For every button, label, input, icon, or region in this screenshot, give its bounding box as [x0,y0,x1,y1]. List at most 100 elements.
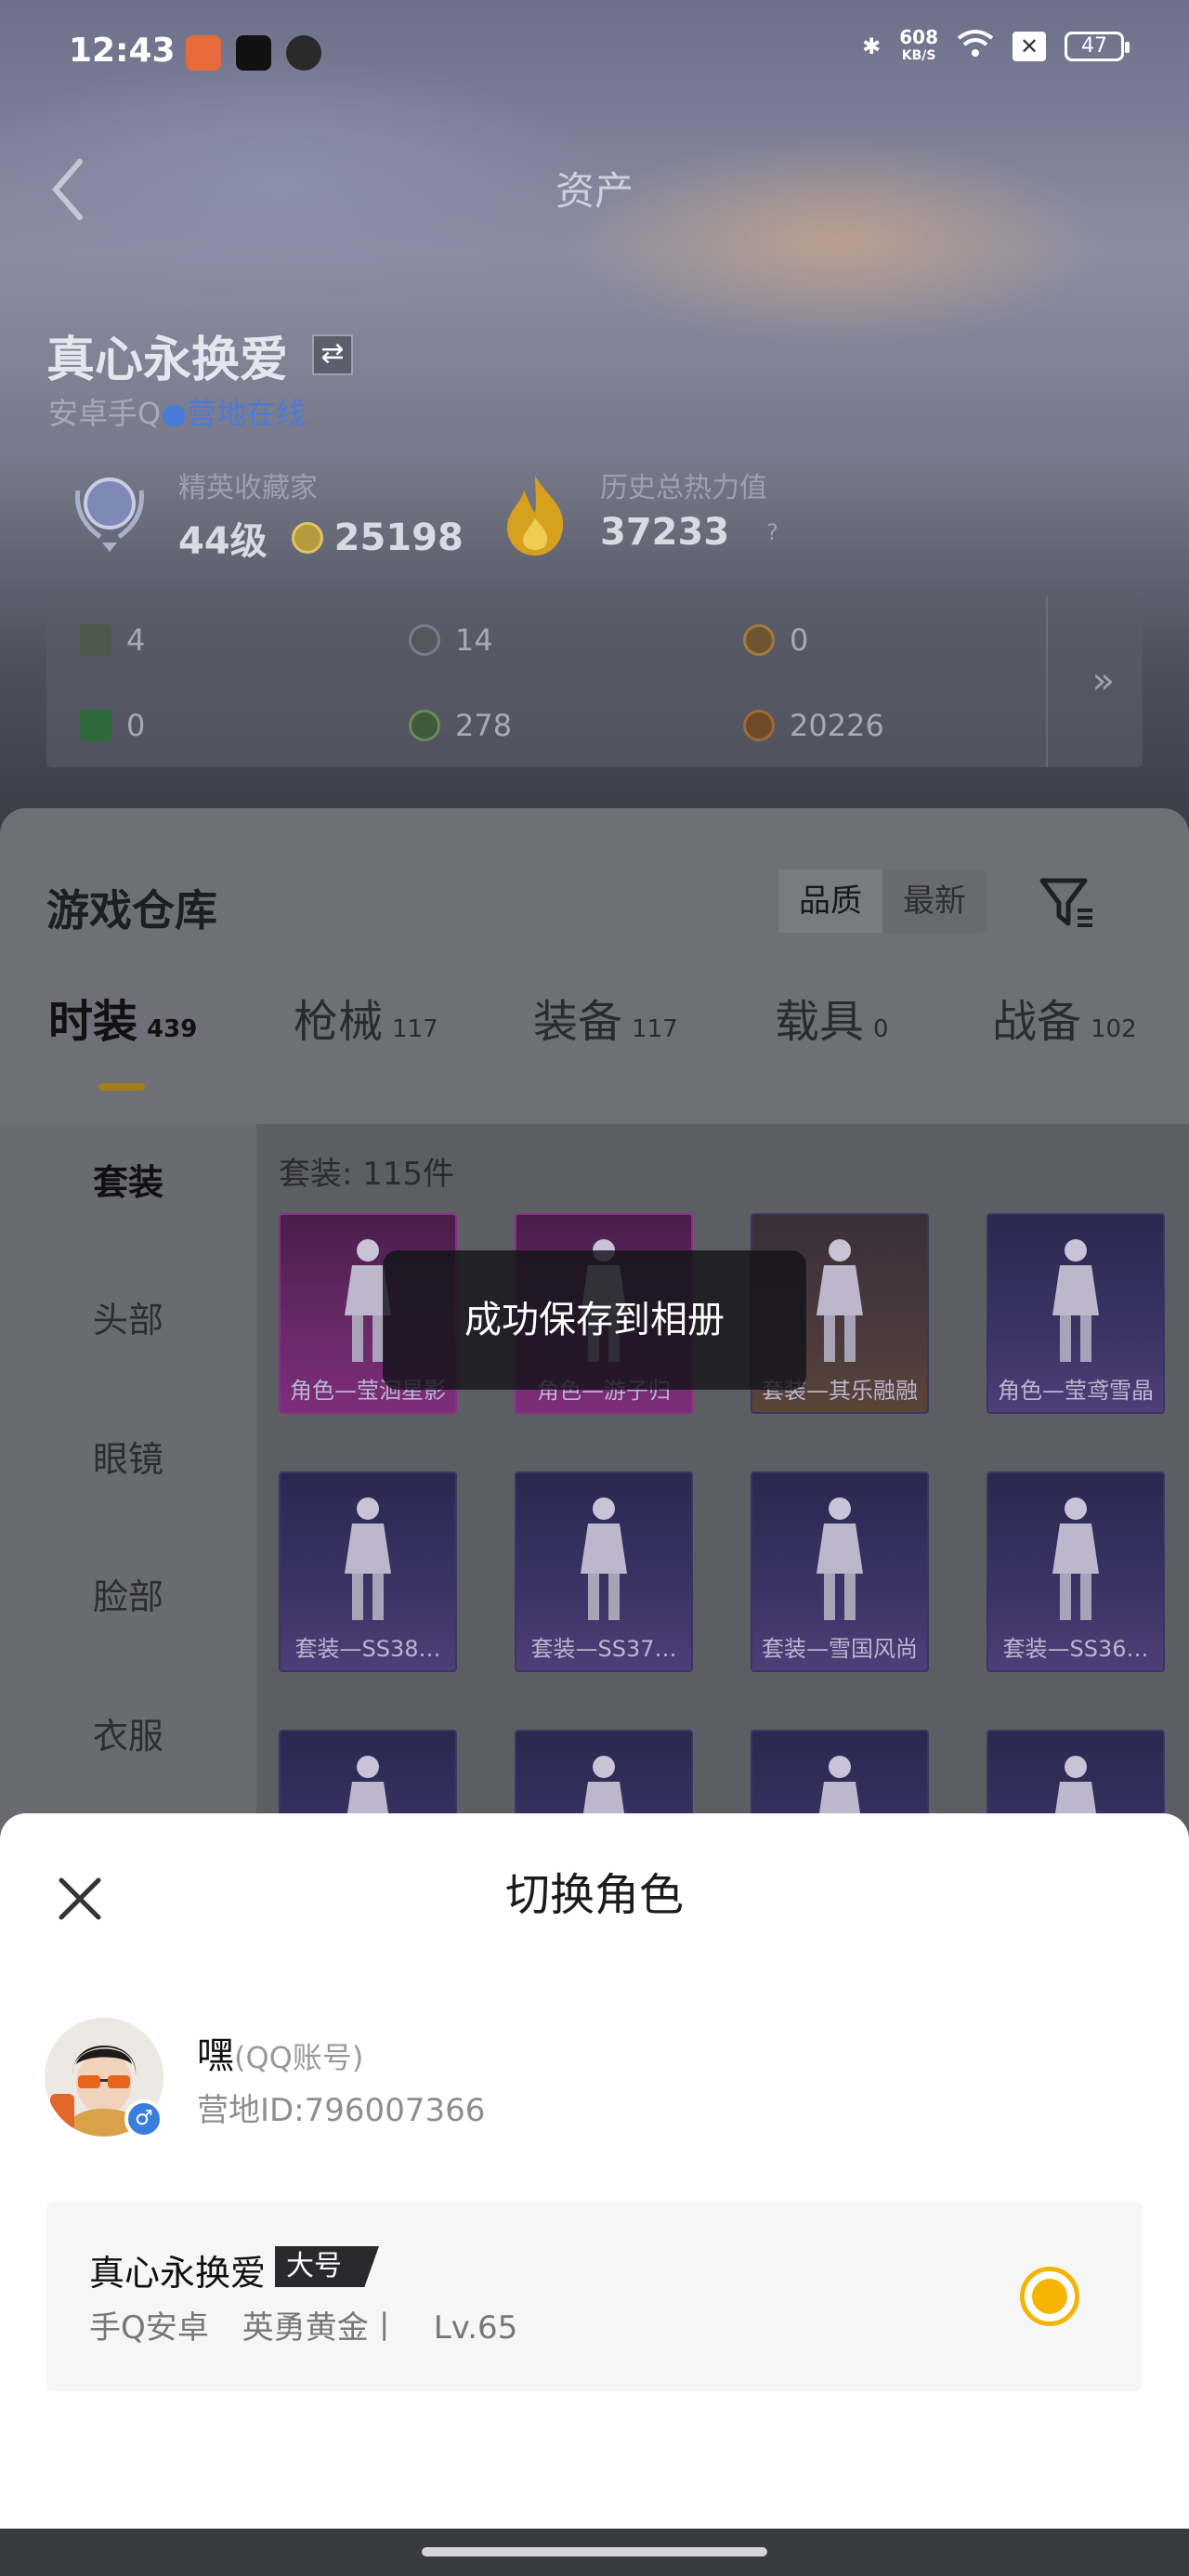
switch-role-icon[interactable]: ⇄ [312,334,353,375]
tab-label: 载具 [775,996,865,1048]
bronze-coin-icon [743,710,775,741]
account-type: (QQ账号) [234,2040,364,2075]
account-name: 嘿(QQ账号) [197,2025,363,2079]
toast-message: 成功保存到相册 [383,1250,806,1390]
more-chevron-icon[interactable]: » [1092,660,1115,702]
side-item-face[interactable]: 脸部 [0,1568,256,1619]
flame-icon [498,472,572,557]
item-card-label: 套装—雪国风尚 [762,1636,918,1662]
platform-label: 安卓手Q [48,396,162,431]
tiktok-notification-icon [236,35,271,71]
item-card-label: 套装—SS37… [530,1636,677,1662]
tab-label: 时装 [48,996,138,1048]
tab-label: 战备 [992,996,1082,1048]
tab-count: 117 [632,1015,678,1043]
green-coin-icon [409,710,440,741]
item-card[interactable]: 套装—SS37… [515,1471,693,1672]
tab-vehicles[interactable]: 载具 0 [775,985,889,1050]
page-title: 资产 [555,168,634,214]
tab-label: 装备 [533,996,623,1048]
currency-value: 0 [790,622,809,658]
tab-count: 117 [392,1015,438,1043]
tab-count: 439 [147,1015,198,1043]
role-option[interactable]: 真心永换爱 大号 手Q安卓 英勇黄金丨 Lv.65 [46,2202,1143,2391]
role-platform: 手Q安卓 [89,2309,209,2347]
item-card-label: 角色—莹鸢雪晶 [998,1378,1154,1404]
currency-value: 14 [455,622,493,658]
selected-radio[interactable] [1020,2267,1079,2326]
sort-latest[interactable]: 最新 [882,870,986,933]
filter-icon[interactable] [1037,873,1096,933]
net-speed-unit: KB/S [901,48,936,63]
account-name-text: 嘿 [197,2034,234,2077]
outfit-figure-icon [1052,1239,1099,1362]
account-line: 安卓手Q●营地在线 [48,390,306,433]
currency-panel[interactable]: 4 14 0 0 278 20226 » [46,596,1143,767]
active-tab-indicator [98,1083,145,1091]
side-item-clothes[interactable]: 衣服 [0,1707,256,1759]
app-notification-icon [186,35,221,71]
bluetooth-icon: ✱ [862,33,882,59]
outfit-figure-icon [581,1497,627,1620]
tab-count: 0 [873,1015,889,1043]
collector-title: 精英收藏家 [178,472,318,504]
status-right: ✱ 608 KB/S ✕ 47 [862,28,1130,65]
status-time: 12:43 [69,32,176,70]
tab-label: 枪械 [294,996,384,1048]
item-card[interactable]: 套装—SS36… [986,1471,1165,1672]
sort-toggle: 品质 最新 [778,870,986,933]
currency-value: 0 [126,708,146,743]
currency-item: 20226 [743,708,884,743]
app-notification-icon-2 [286,35,321,71]
outfit-figure-icon [1052,1497,1099,1620]
warehouse-title: 游戏仓库 [46,885,217,935]
sheet-title: 切换角色 [504,1869,684,1921]
item-card[interactable]: 套装—SS38… [279,1471,457,1672]
account-id: 营地ID:796007366 [197,2092,486,2129]
outfit-figure-icon [345,1497,391,1620]
side-item-glasses[interactable]: 眼镜 [0,1431,256,1482]
side-nav: 套装 头部 眼镜 脸部 衣服 [0,1124,256,1923]
side-item-suits[interactable]: 套装 [0,1154,256,1205]
heat-label: 历史总热力值 [600,472,767,504]
divider [1046,596,1048,767]
role-meta: 手Q安卓 英勇黄金丨 Lv.65 [89,2302,551,2347]
points-icon [291,522,323,554]
heat-stat: 历史总热力值 37233 ? [600,464,778,554]
help-icon[interactable]: ? [766,519,778,545]
currency-item: 0 [80,708,145,743]
item-card[interactable]: 套装—雪国风尚 [751,1471,929,1672]
tab-guns[interactable]: 枪械 117 [294,985,438,1050]
currency-value: 278 [455,708,513,743]
battery-icon: 47 [1065,32,1130,61]
role-rank: 英勇黄金丨 [242,2309,400,2347]
coin-icon [409,624,440,656]
item-card[interactable]: 角色—莹鸢雪晶 [986,1213,1165,1414]
switch-role-sheet: 切换角色 ♂ 嘿(QQ账号) 营地ID:796007366 真心永换爱 大号 手… [0,1813,1189,2529]
collector-points: 25198 [333,517,464,559]
sort-quality[interactable]: 品质 [778,870,882,933]
home-indicator[interactable] [422,2547,767,2556]
currency-item: 0 [743,622,808,658]
tab-count: 102 [1091,1015,1137,1043]
tab-fashion[interactable]: 时装 439 [48,985,197,1050]
gold-coin-icon [743,624,775,656]
currency-value: 20226 [790,708,884,743]
net-speed: 608 KB/S [899,28,938,65]
tab-equipment[interactable]: 装备 117 [533,985,678,1050]
item-card-label: 套装—SS38… [294,1636,441,1662]
heat-value: 37233 [600,511,730,554]
close-notification-icon: ✕ [1013,32,1046,61]
side-item-head[interactable]: 头部 [0,1291,256,1342]
item-grid: 套装: 115件 角色—莹洄星影 角色—游子归 套装—其乐融融 角色—莹鸢雪晶 套装—S… [256,1124,1189,1923]
currency-value: 4 [126,622,146,658]
currency-item: 14 [409,622,493,658]
collector-stat: 精英收藏家 44级 25198 [178,464,464,565]
player-name: 真心永换爱 [46,333,289,388]
tab-supplies[interactable]: 战备 102 [992,985,1137,1050]
status-bar: 12:43 ✱ 608 KB/S ✕ 47 [0,0,1189,102]
set-count: 套装: 115件 [279,1156,455,1193]
role-level: Lv.65 [433,2309,518,2347]
card-icon [80,624,111,656]
assets-hero: 12:43 ✱ 608 KB/S ✕ 47 资产 真心永换爱 ⇄ 安卓手Q●营地… [0,0,1189,836]
